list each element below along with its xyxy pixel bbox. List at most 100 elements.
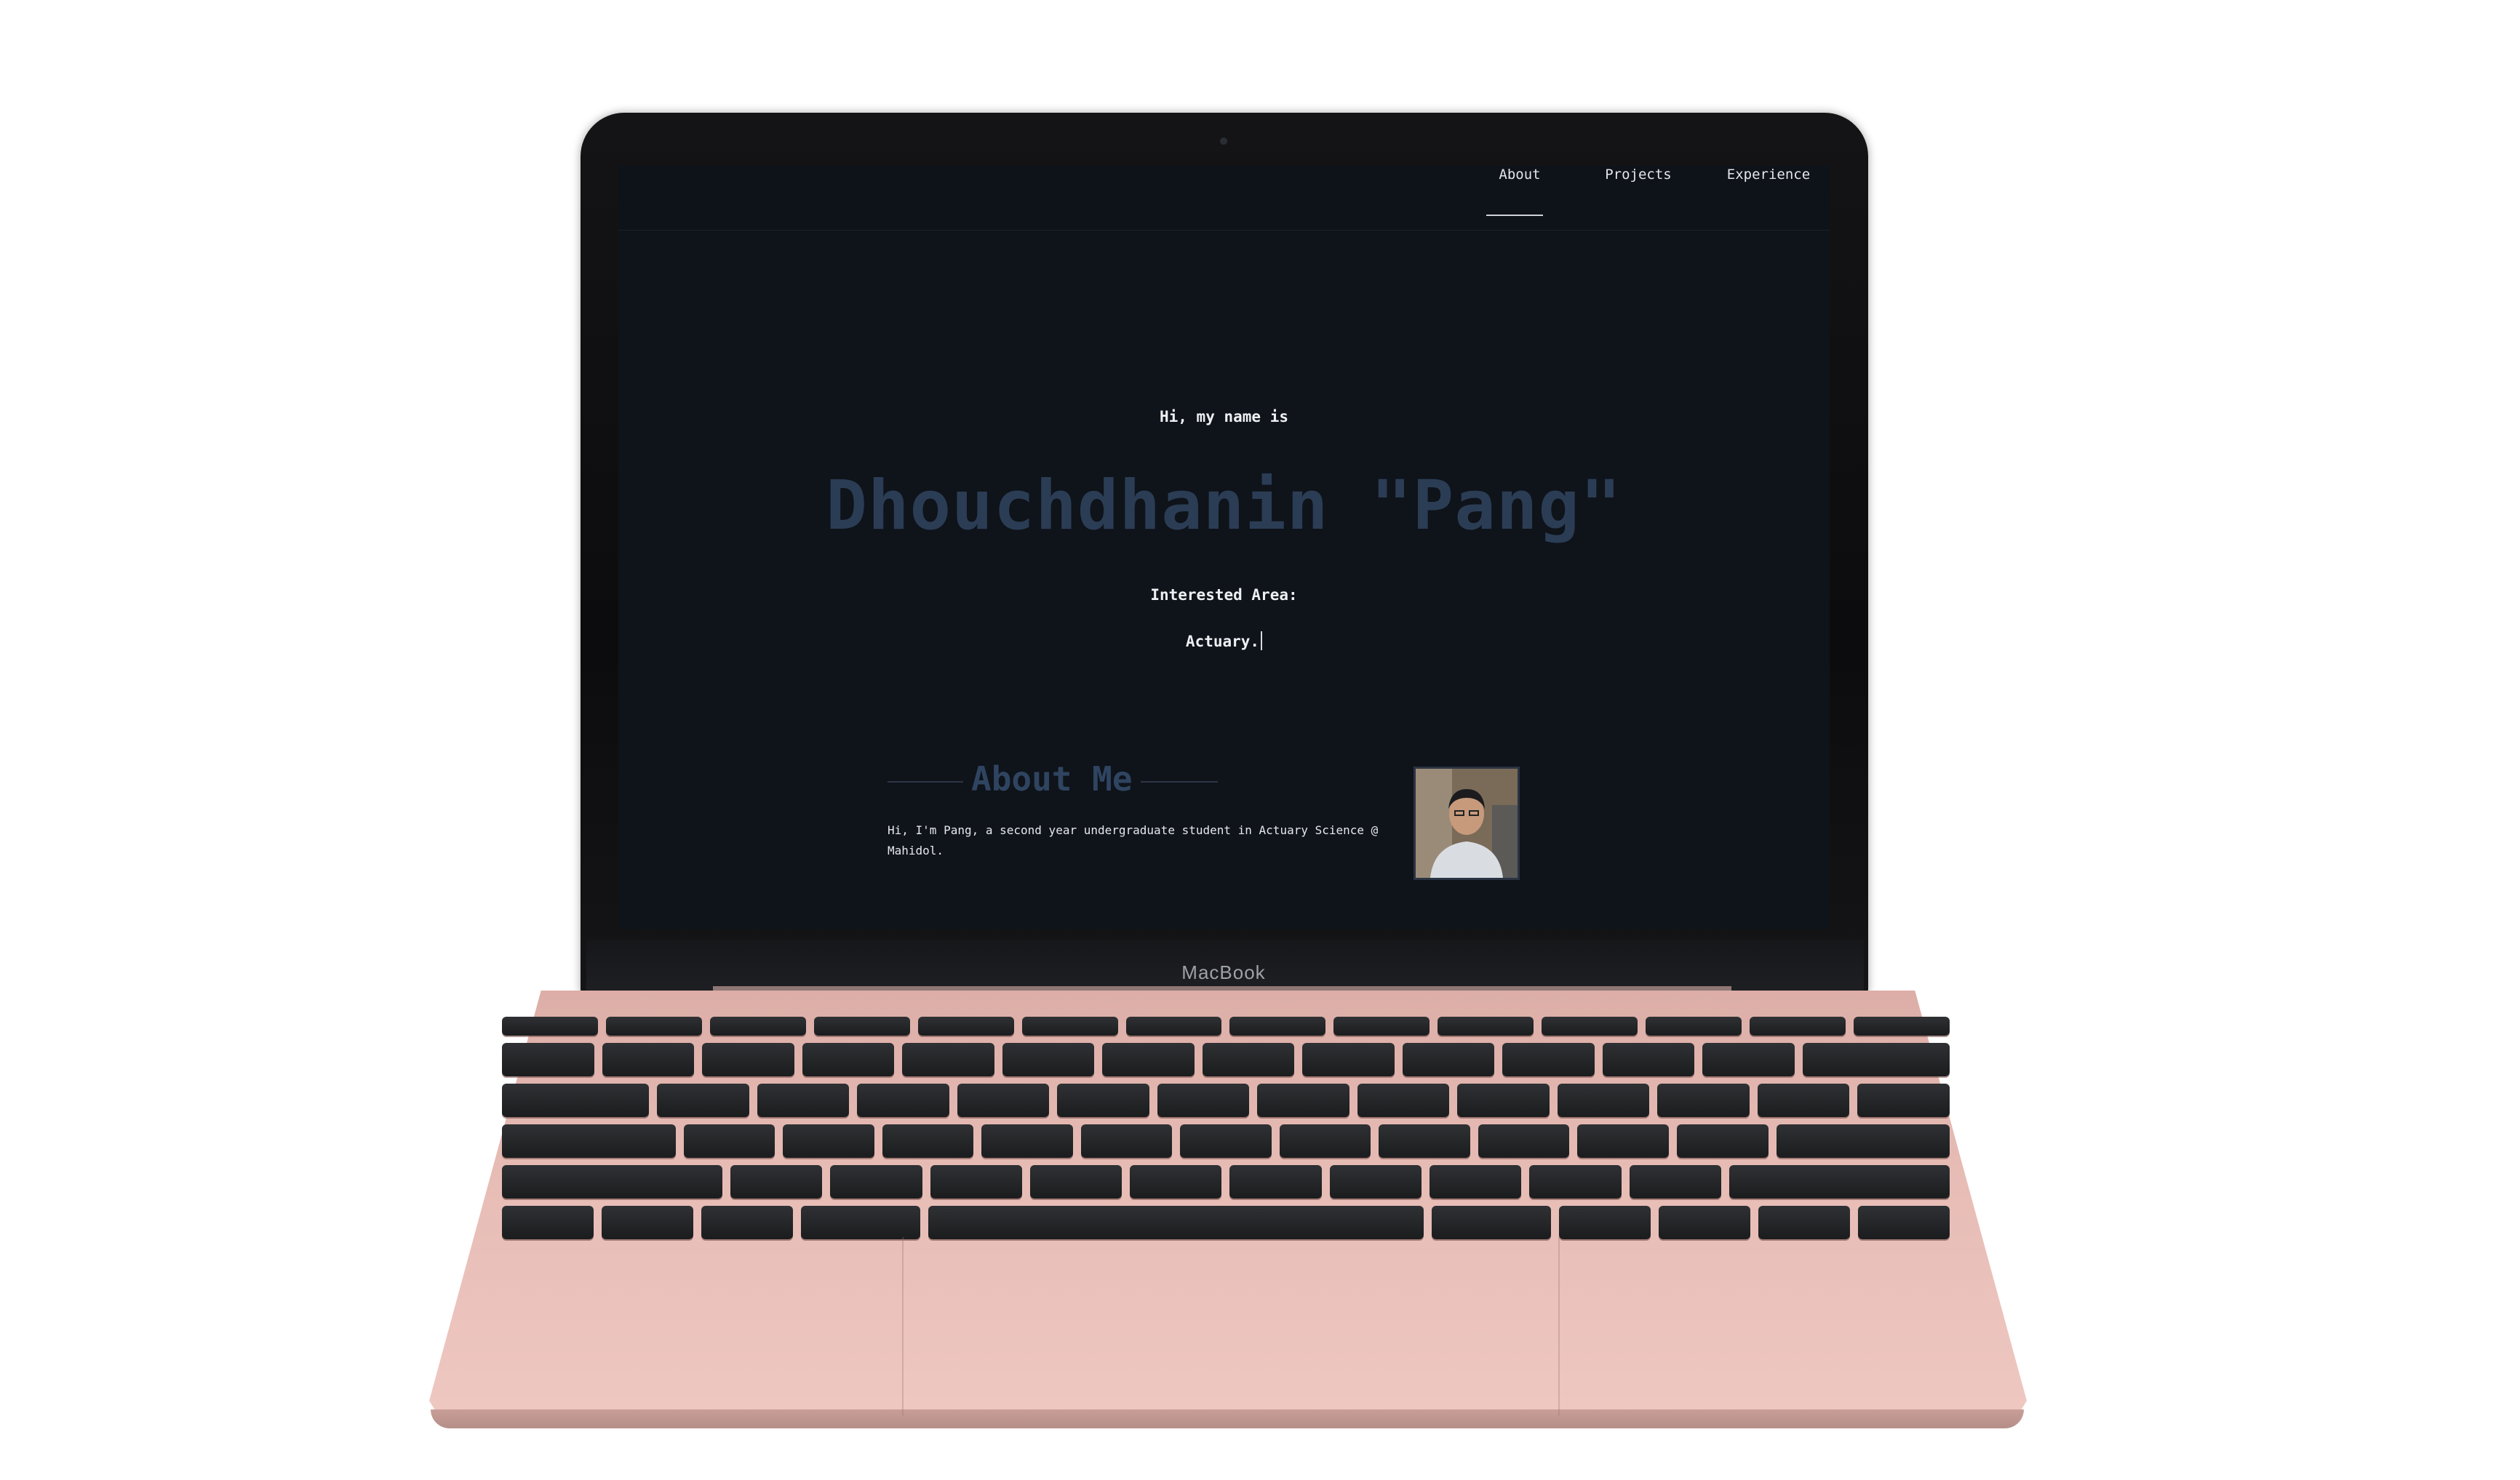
key <box>1646 1017 1742 1036</box>
key <box>1157 1084 1250 1117</box>
key <box>1130 1165 1222 1199</box>
key <box>1557 1084 1650 1117</box>
camera-icon <box>1220 137 1227 145</box>
key <box>783 1124 874 1158</box>
key <box>882 1124 974 1158</box>
key <box>657 1084 749 1117</box>
key <box>1257 1084 1349 1117</box>
key <box>757 1084 850 1117</box>
key <box>857 1084 949 1117</box>
nav-projects-link[interactable]: Projects <box>1595 166 1682 217</box>
key <box>957 1084 1050 1117</box>
keyboard-row-number <box>502 1043 1950 1076</box>
key <box>1438 1017 1534 1036</box>
interest-value: Actuary. <box>1185 633 1260 650</box>
key <box>1857 1084 1950 1117</box>
key <box>1502 1043 1595 1076</box>
key <box>1802 1043 1950 1076</box>
key <box>1302 1043 1395 1076</box>
key <box>1542 1017 1638 1036</box>
key <box>1102 1043 1195 1076</box>
key <box>1180 1124 1272 1158</box>
active-nav-indicator <box>1486 215 1543 216</box>
key <box>1431 1206 1551 1239</box>
about-divider-right <box>1141 781 1218 783</box>
key <box>502 1124 676 1158</box>
key <box>602 1043 694 1076</box>
key <box>802 1043 894 1076</box>
key <box>502 1206 594 1239</box>
key <box>1229 1017 1326 1036</box>
key <box>1750 1017 1846 1036</box>
key <box>1333 1017 1430 1036</box>
website-screen: About Projects Experience Hi, my name is… <box>618 166 1830 929</box>
key <box>1529 1165 1622 1199</box>
key <box>830 1165 922 1199</box>
key <box>1029 1165 1123 1199</box>
key <box>1279 1124 1371 1158</box>
nav-experience-link[interactable]: Experience <box>1715 166 1822 217</box>
key <box>683 1124 775 1158</box>
key <box>1602 1043 1694 1076</box>
hero-greeting: Hi, my name is <box>1159 408 1288 425</box>
key <box>1002 1043 1094 1076</box>
key <box>1329 1165 1422 1199</box>
key <box>730 1165 823 1199</box>
key <box>813 1017 910 1036</box>
key <box>1702 1043 1795 1076</box>
key <box>1677 1124 1769 1158</box>
key <box>1629 1165 1721 1199</box>
about-heading: About Me <box>971 759 1133 799</box>
about-divider-left <box>888 781 963 783</box>
brand-label: MacBook <box>1181 961 1266 983</box>
navbar: About Projects Experience <box>618 166 1830 231</box>
key <box>928 1206 1424 1239</box>
key <box>502 1043 594 1076</box>
keyboard-row-home <box>502 1124 1950 1158</box>
key <box>709 1017 806 1036</box>
key <box>702 1043 794 1076</box>
key <box>1402 1043 1494 1076</box>
key <box>1577 1124 1669 1158</box>
key <box>1430 1165 1522 1199</box>
key <box>917 1017 1014 1036</box>
key <box>1757 1084 1850 1117</box>
key <box>930 1165 1022 1199</box>
key <box>1758 1206 1850 1239</box>
key <box>1229 1165 1322 1199</box>
key <box>1857 1206 1950 1239</box>
key <box>801 1206 921 1239</box>
profile-photo-icon <box>1416 769 1518 878</box>
page: About Projects Experience Hi, my name is… <box>0 0 2520 1480</box>
key <box>1021 1017 1118 1036</box>
key <box>1776 1124 1950 1158</box>
interest-label: Interested Area: <box>1150 586 1298 604</box>
key <box>1558 1206 1651 1239</box>
key <box>1080 1124 1173 1158</box>
keyboard-row-bottom <box>502 1165 1950 1199</box>
key <box>1057 1084 1149 1117</box>
key <box>1357 1084 1450 1117</box>
key <box>602 1206 694 1239</box>
key <box>902 1043 994 1076</box>
key <box>1125 1017 1222 1036</box>
key <box>1457 1084 1550 1117</box>
key <box>1657 1084 1750 1117</box>
key <box>502 1017 598 1036</box>
key <box>605 1017 702 1036</box>
nav-about-link[interactable]: About <box>1489 166 1550 217</box>
key <box>701 1206 794 1239</box>
hero-name: Dhouchdhanin "Pang" <box>826 466 1622 545</box>
key <box>1853 1017 1950 1036</box>
keyboard-row-top <box>502 1084 1950 1117</box>
key <box>1379 1124 1470 1158</box>
key <box>502 1165 723 1199</box>
interest-value-wrapper: Actuary. <box>618 631 1830 650</box>
about-paragraph: Hi, I'm Pang, a second year undergraduat… <box>888 823 1379 857</box>
key <box>981 1124 1073 1158</box>
key <box>1658 1206 1750 1239</box>
key <box>1202 1043 1294 1076</box>
key <box>1478 1124 1570 1158</box>
key <box>1728 1165 1950 1199</box>
key <box>502 1084 650 1117</box>
